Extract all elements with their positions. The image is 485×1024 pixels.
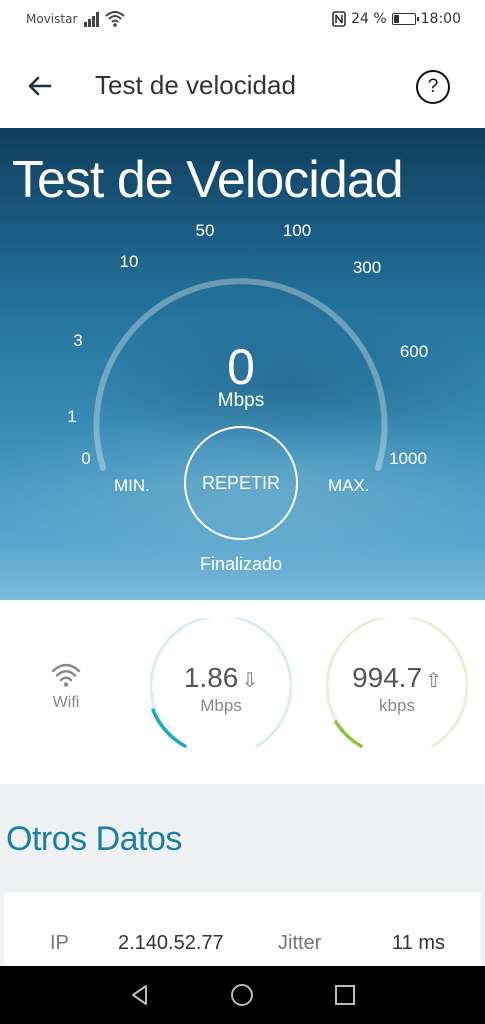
upload-result: 994.7 ⇧ kbps	[326, 618, 468, 760]
system-nav-bar	[0, 966, 485, 1024]
ip-label: IP	[50, 932, 69, 954]
repeat-test-button[interactable]: REPETIR	[184, 426, 298, 540]
current-speed-unit: Mbps	[217, 390, 265, 411]
battery-percentage: 24 %	[351, 11, 387, 27]
battery-icon	[391, 13, 419, 25]
download-value: 1.86	[183, 662, 239, 693]
other-data-section: Otros Datos IP 2.140.52.77 Jitter 11 ms	[0, 784, 485, 972]
help-button[interactable]: ?	[416, 70, 450, 104]
connection-type: Wifi	[36, 662, 96, 712]
clock: 18:00	[420, 11, 461, 27]
upload-arrow-icon: ⇧	[425, 670, 442, 692]
download-arrow-icon: ⇩	[241, 670, 259, 692]
status-bar: Movistar 24 % 18:00	[0, 0, 485, 40]
app-bar: Test de velocidad ?	[0, 40, 485, 128]
download-result: 1.86 ⇩ Mbps	[150, 618, 292, 760]
jitter-label: Jitter	[278, 932, 322, 954]
speed-test-screen: Movistar 24 % 18:00 Test de velocidad ? …	[0, 0, 485, 1024]
upload-value: 994.7	[352, 662, 423, 693]
results-section: Wifi 1.86 ⇩ Mbps 994.7 ⇧ kbps	[0, 600, 485, 784]
gauge-tick-label: 3	[73, 331, 83, 350]
min-label: MIN.	[114, 476, 150, 495]
back-arrow-icon[interactable]	[24, 70, 56, 102]
section-heading: Otros Datos	[6, 820, 182, 858]
upload-value-row: 994.7 ⇧	[326, 662, 468, 694]
nav-recents-icon[interactable]	[332, 982, 358, 1008]
download-unit: Mbps	[200, 696, 242, 715]
download-value-row: 1.86 ⇩	[150, 662, 292, 694]
max-label: MAX.	[328, 476, 370, 495]
test-status: Finalizado	[199, 554, 283, 574]
gauge-tick-label: 1000	[389, 449, 427, 468]
gauge-tick-label: 10	[119, 252, 139, 271]
current-speed-value: 0	[227, 339, 255, 395]
status-right-group: 24 % 18:00	[332, 11, 461, 27]
speed-gauge-panel: Test de Velocidad 0 1 3 10 50 100 300 60…	[0, 128, 485, 600]
connection-label: Wifi	[52, 694, 80, 711]
nfc-icon	[332, 11, 346, 27]
other-data-card: IP 2.140.52.77 Jitter 11 ms	[4, 892, 481, 972]
gauge-tick-label: 100	[282, 221, 312, 240]
nav-back-icon[interactable]	[127, 982, 153, 1008]
gauge-tick-label: 0	[81, 449, 91, 468]
wifi-status-icon	[105, 11, 125, 27]
ip-value: 2.140.52.77	[118, 932, 224, 954]
gauge-tick-label: 300	[352, 258, 382, 277]
nav-home-icon[interactable]	[229, 982, 255, 1008]
gauge-tick-label: 50	[195, 221, 215, 240]
cell-signal-icon	[84, 12, 99, 27]
wifi-icon	[51, 663, 81, 687]
carrier-name: Movistar	[26, 12, 78, 26]
upload-unit: kbps	[379, 696, 415, 715]
jitter-value: 11 ms	[392, 932, 445, 954]
gauge-tick-label: 1	[67, 407, 77, 426]
page-title: Test de velocidad	[95, 70, 296, 100]
gauge-tick-label: 600	[399, 342, 429, 361]
